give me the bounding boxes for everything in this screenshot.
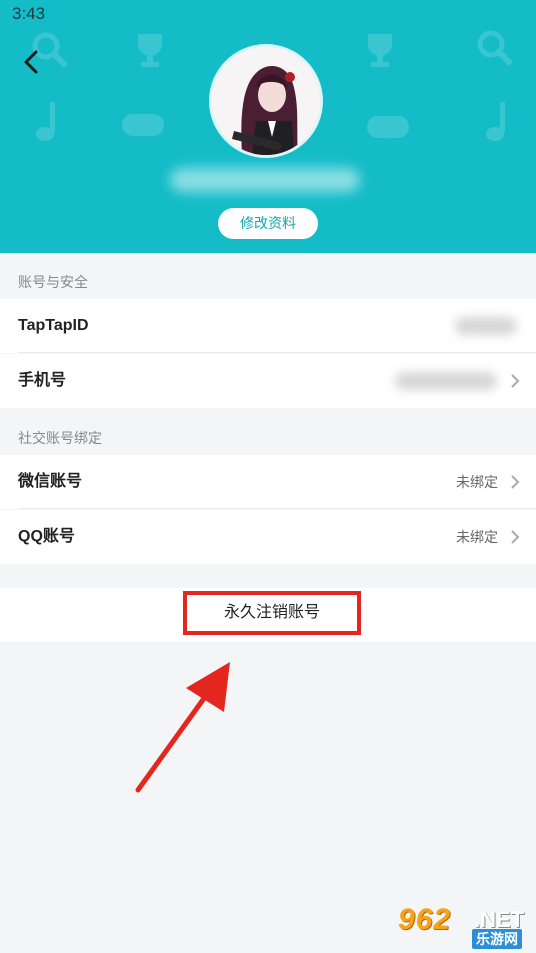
status-bar-time: 3:43 [12, 4, 46, 23]
music-note-icon [36, 102, 55, 141]
chevron-right-icon [511, 475, 520, 489]
wechat-status: 未绑定 [456, 474, 498, 490]
trophy-icon [368, 34, 392, 67]
chevron-right-icon [511, 374, 520, 388]
profile-header: 3:43 修改资料 [0, 0, 536, 253]
taptap-id-value-blurred [455, 317, 517, 335]
pointer-arrow-annotation [135, 662, 230, 793]
phone-row[interactable]: 手机号 [0, 354, 536, 408]
trophy-icon [138, 34, 162, 67]
phone-label: 手机号 [18, 372, 67, 389]
avatar-image [212, 47, 320, 155]
nickname-blurred [170, 168, 360, 192]
taptap-id-row[interactable]: TapTapID [0, 299, 536, 353]
back-arrow-icon[interactable] [16, 44, 48, 80]
wechat-label: 微信账号 [18, 473, 83, 490]
section-label-account-security: 账号与安全 [18, 274, 88, 290]
delete-account-button[interactable]: 永久注销账号 [183, 591, 361, 635]
avatar[interactable] [212, 47, 320, 155]
watermark-subtitle: 乐游网 [472, 929, 522, 949]
taptap-id-label: TapTapID [18, 317, 89, 334]
watermark-brand: 962 [398, 903, 452, 936]
qq-label: QQ账号 [18, 528, 75, 545]
gamepad-icon [367, 116, 409, 138]
divider [18, 508, 536, 509]
gamepad-icon [122, 114, 164, 136]
site-watermark: 962 .NET 乐游网 [398, 903, 530, 949]
qq-status: 未绑定 [456, 529, 498, 545]
phone-value-blurred [395, 372, 497, 390]
search-icon [477, 30, 514, 67]
edit-profile-button[interactable]: 修改资料 [218, 208, 318, 239]
qq-row[interactable]: QQ账号 未绑定 [0, 510, 536, 564]
divider [18, 352, 536, 353]
section-label-social-binding: 社交账号绑定 [18, 430, 102, 446]
wechat-row[interactable]: 微信账号 未绑定 [0, 455, 536, 509]
music-note-icon [486, 102, 505, 141]
chevron-right-icon [511, 530, 520, 544]
